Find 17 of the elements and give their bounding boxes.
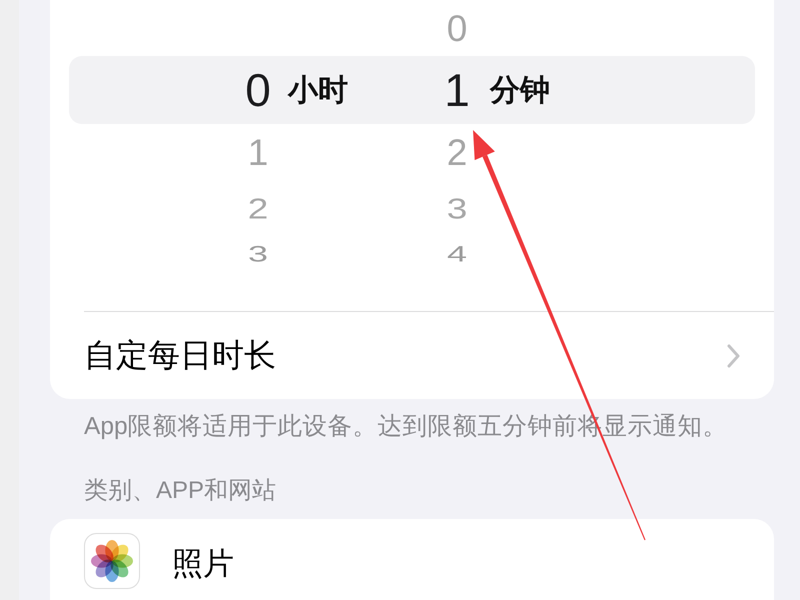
picker-number[interactable]: 2 bbox=[248, 194, 268, 222]
unit-label: 分钟 bbox=[490, 74, 550, 106]
section-header: 类别、APP和网站 bbox=[84, 476, 278, 506]
settings-row[interactable]: 自定每日时长 bbox=[50, 312, 774, 399]
picker-number[interactable]: 0 bbox=[245, 67, 271, 113]
picker-number[interactable]: 3 bbox=[446, 194, 468, 222]
chevron-right-icon bbox=[727, 344, 740, 368]
app-name: 照片 bbox=[172, 545, 234, 583]
flower-icon bbox=[84, 533, 140, 589]
picker-number[interactable]: 1 bbox=[248, 134, 268, 170]
picker-number[interactable]: 4 bbox=[446, 242, 468, 266]
picker-number[interactable]: 0 bbox=[446, 10, 468, 46]
picker-number[interactable]: 2 bbox=[446, 134, 468, 170]
picker-number[interactable]: 3 bbox=[248, 242, 268, 266]
picker-number[interactable]: 1 bbox=[444, 67, 470, 113]
unit-label: 小时 bbox=[288, 74, 348, 106]
app-row[interactable]: 照片 bbox=[50, 519, 774, 600]
